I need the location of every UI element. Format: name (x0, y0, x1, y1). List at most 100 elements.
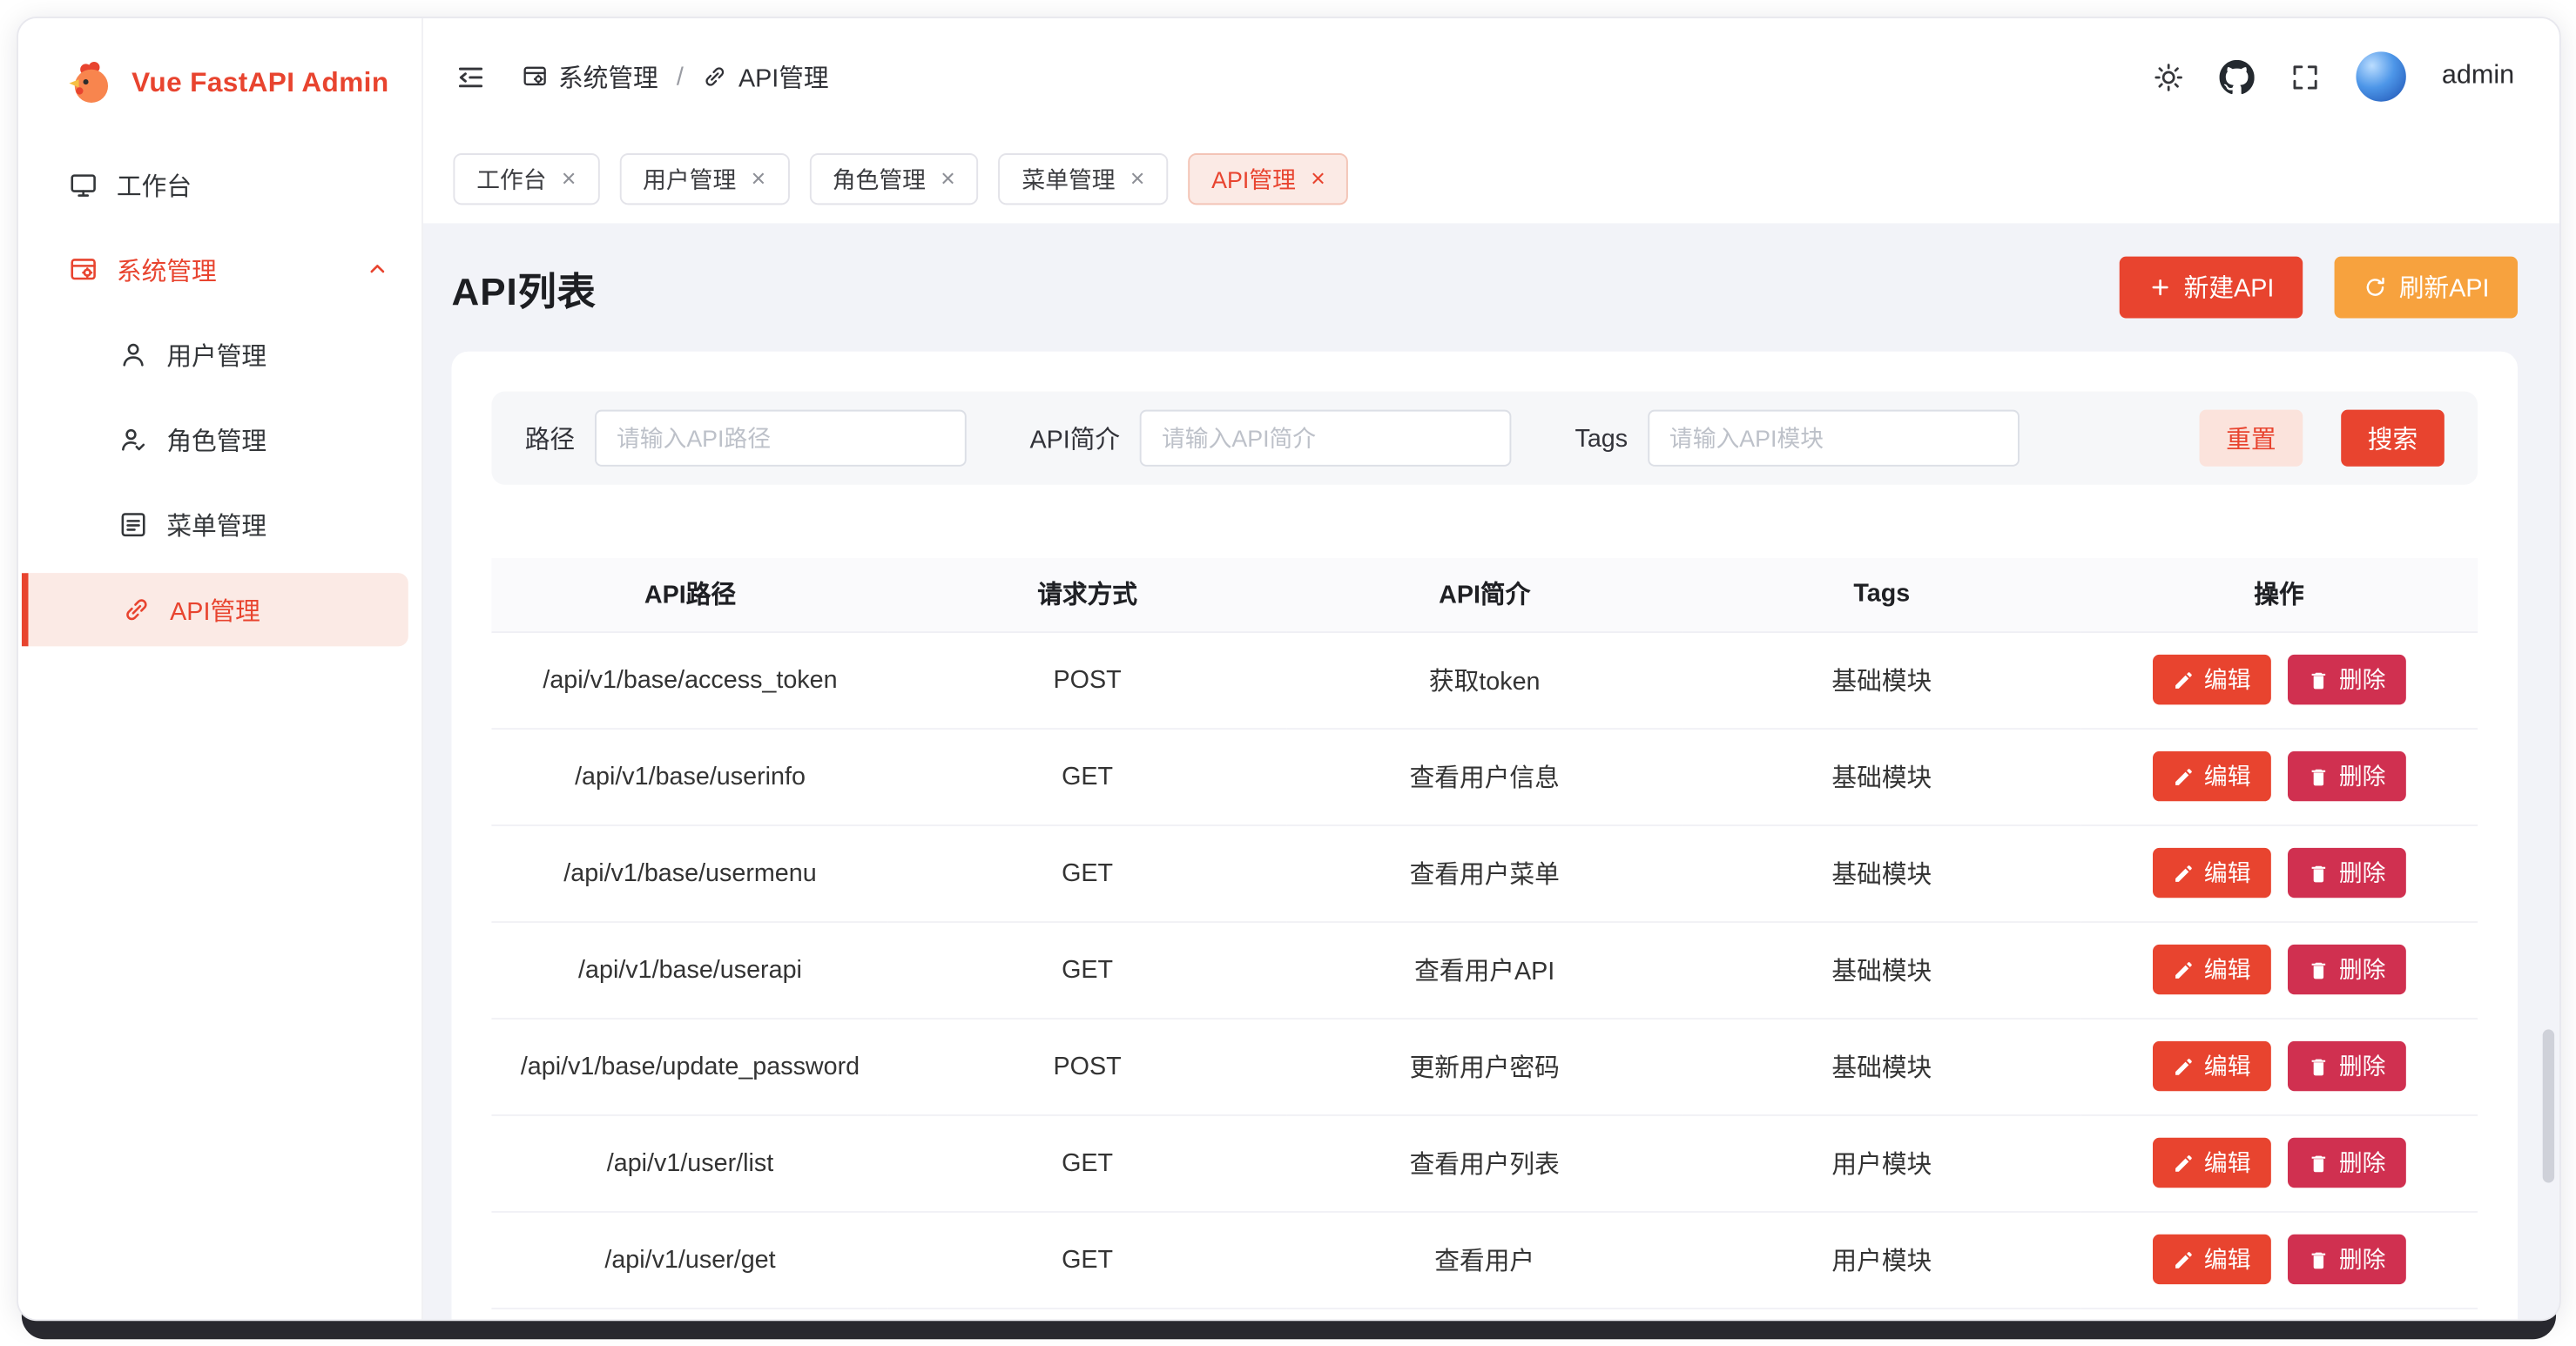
brand[interactable]: Vue FastAPI Admin (18, 18, 421, 111)
edit-button[interactable]: 编辑 (2153, 1041, 2271, 1091)
main-area: 系统管理 / API管理 (423, 18, 2559, 1319)
table-row: /api/v1/base/userapi GET 查看用户API 基础模块 编辑 (491, 921, 2478, 1018)
sidebar-collapse-button[interactable] (455, 61, 486, 92)
open-tabs-bar: 工作台 × 用户管理 × 角色管理 × 菜单管理 × API管理 × (423, 135, 2559, 223)
sidebar-item-roles[interactable]: 角色管理 (18, 403, 421, 476)
trash-icon (2308, 1248, 2330, 1270)
sidebar-menu: 工作台 系统管理 (18, 111, 421, 646)
fullscreen-icon (2290, 61, 2322, 92)
delete-button[interactable]: 删除 (2288, 945, 2406, 994)
tab-api[interactable]: API管理 × (1188, 153, 1348, 205)
breadcrumb: 系统管理 / API管理 (522, 59, 829, 94)
top-header: 系统管理 / API管理 (423, 18, 2559, 135)
sidebar-item-label: 菜单管理 (166, 508, 266, 542)
edit-button[interactable]: 编辑 (2153, 945, 2271, 994)
edit-button[interactable]: 编辑 (2153, 848, 2271, 898)
sidebar-item-api[interactable]: API管理 (22, 573, 408, 646)
tab-menus[interactable]: 菜单管理 × (999, 153, 1169, 205)
path-filter-input[interactable] (595, 410, 967, 467)
table-row: /api/v1/base/access_token POST 获取token 基… (491, 631, 2478, 728)
pencil-icon (2173, 959, 2195, 980)
edit-button[interactable]: 编辑 (2153, 1235, 2271, 1284)
refresh-api-button[interactable]: 刷新API (2334, 257, 2518, 319)
page-title: API列表 (452, 259, 597, 316)
delete-button[interactable]: 删除 (2288, 848, 2406, 898)
delete-button[interactable]: 删除 (2288, 1041, 2406, 1091)
close-icon[interactable]: × (941, 166, 955, 192)
delete-button[interactable]: 删除 (2288, 655, 2406, 704)
pencil-icon (2173, 669, 2195, 690)
close-icon[interactable]: × (1311, 166, 1325, 192)
sidebar-item-label: 系统管理 (117, 252, 217, 287)
sidebar-item-system-management[interactable]: 系统管理 (18, 233, 421, 306)
column-header: Tags (1683, 558, 2080, 631)
table-row: /api/v1/base/userinfo GET 查看用户信息 基础模块 编辑 (491, 728, 2478, 824)
role-icon (118, 425, 148, 454)
theme-toggle-button[interactable] (2154, 61, 2185, 92)
search-button[interactable]: 搜索 (2341, 410, 2445, 467)
sidebar-item-label: API管理 (170, 592, 260, 627)
pencil-icon (2173, 862, 2195, 884)
tags-filter-input[interactable] (1648, 410, 2020, 467)
scrollbar-thumb[interactable] (2543, 1029, 2554, 1182)
column-header: API路径 (491, 558, 888, 631)
sun-icon (2154, 61, 2185, 92)
system-management-icon (522, 64, 549, 91)
table-row: /api/v1/base/update_password POST 更新用户密码… (491, 1018, 2478, 1114)
sidebar-item-label: 角色管理 (166, 422, 266, 457)
trash-icon (2308, 862, 2330, 884)
page-actions: 新建API 刷新API (2119, 257, 2518, 319)
sidebar-item-users[interactable]: 用户管理 (18, 318, 421, 391)
page-content: API列表 新建API 刷新API (423, 223, 2559, 1319)
tags-filter-label: Tags (1575, 424, 1628, 453)
query-bar: 路径 API简介 Tags 重置 搜索 (491, 392, 2478, 485)
page-head: API列表 新建API 刷新API (452, 223, 2519, 351)
app-window: Vue FastAPI Admin 工作台 (17, 17, 2561, 1321)
tab-users[interactable]: 用户管理 × (619, 153, 789, 205)
delete-button[interactable]: 删除 (2288, 1235, 2406, 1284)
tab-workbench[interactable]: 工作台 × (453, 153, 599, 205)
user-icon (118, 340, 148, 369)
reset-button[interactable]: 重置 (2200, 410, 2303, 467)
edit-button[interactable]: 编辑 (2153, 751, 2271, 801)
chevron-up-icon (365, 257, 390, 288)
trash-icon (2308, 1055, 2330, 1077)
sidebar-item-menus[interactable]: 菜单管理 (18, 488, 421, 562)
table-row: /api/v1/user/list GET 查看用户列表 用户模块 编辑 (491, 1114, 2478, 1211)
delete-button[interactable]: 删除 (2288, 751, 2406, 801)
table-header-row: API路径 请求方式 API简介 Tags 操作 (491, 558, 2478, 631)
pencil-icon (2173, 1152, 2195, 1174)
system-management-icon (68, 255, 98, 285)
breadcrumb-separator: / (677, 63, 684, 91)
fullscreen-button[interactable] (2290, 61, 2322, 92)
table-row: /api/v1/base/usermenu GET 查看用户菜单 基础模块 编辑 (491, 824, 2478, 921)
header-actions: admin (2154, 51, 2514, 101)
api-list-card: 路径 API简介 Tags 重置 搜索 (452, 352, 2519, 1320)
edit-button[interactable]: 编辑 (2153, 1138, 2271, 1188)
breadcrumb-api-management[interactable]: API管理 (702, 59, 829, 94)
pencil-icon (2173, 765, 2195, 787)
close-icon[interactable]: × (751, 166, 765, 192)
create-api-button[interactable]: 新建API (2119, 257, 2303, 319)
username[interactable]: admin (2442, 62, 2514, 91)
delete-button[interactable]: 删除 (2288, 1138, 2406, 1188)
column-header: 操作 (2080, 558, 2478, 631)
menu-list-icon (118, 509, 148, 539)
tab-roles[interactable]: 角色管理 × (809, 153, 979, 205)
github-button[interactable] (2220, 59, 2255, 94)
avatar[interactable] (2357, 51, 2406, 101)
sidebar-item-label: 用户管理 (166, 337, 266, 372)
close-icon[interactable]: × (1130, 166, 1145, 192)
column-header: 请求方式 (889, 558, 1286, 631)
breadcrumb-system-management[interactable]: 系统管理 (522, 59, 658, 94)
trash-icon (2308, 959, 2330, 980)
summary-filter-label: API简介 (1029, 421, 1120, 455)
column-header: API简介 (1286, 558, 1683, 631)
edit-button[interactable]: 编辑 (2153, 655, 2271, 704)
api-table: API路径 请求方式 API简介 Tags 操作 /api/v1/base/ac… (491, 558, 2478, 1309)
summary-filter-input[interactable] (1140, 410, 1512, 467)
chicken-logo-icon (65, 58, 115, 108)
table-row: /api/v1/user/get GET 查看用户 用户模块 编辑 (491, 1211, 2478, 1308)
close-icon[interactable]: × (562, 166, 577, 192)
sidebar-item-workbench[interactable]: 工作台 (18, 148, 421, 221)
